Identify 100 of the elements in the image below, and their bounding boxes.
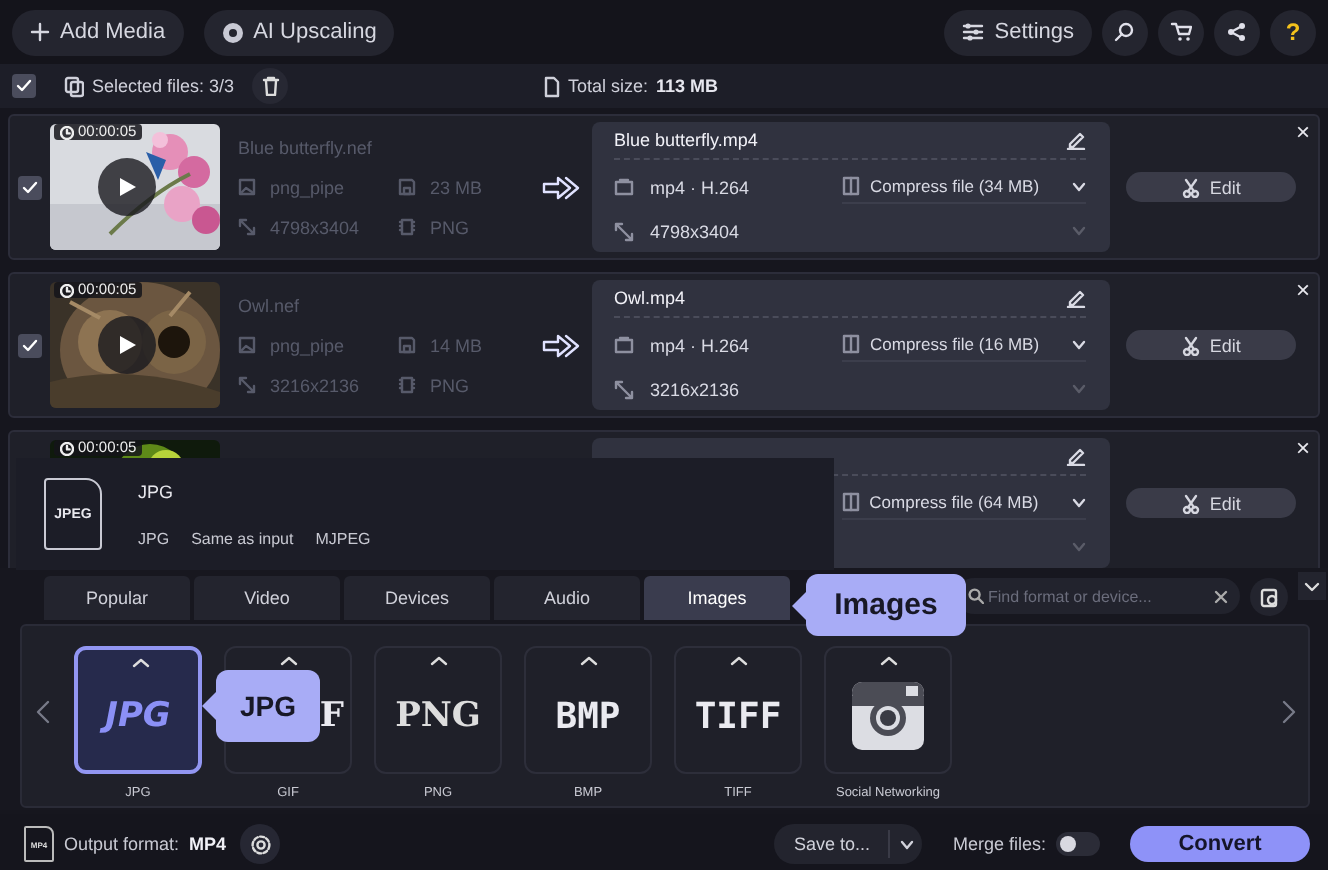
- output-codec: mp4 · H.264: [650, 335, 750, 355]
- source-size: 14 MB: [430, 335, 483, 355]
- source-file-name: Owl.nef: [238, 295, 302, 315]
- close-button[interactable]: ×: [1295, 438, 1310, 458]
- clock-icon: [60, 441, 74, 455]
- format-tile[interactable]: PNG: [374, 646, 502, 774]
- format-tile[interactable]: TIFF: [674, 646, 802, 774]
- delete-button[interactable]: [252, 68, 289, 104]
- close-button[interactable]: ×: [1295, 280, 1310, 300]
- format-tile[interactable]: BMP: [524, 646, 652, 774]
- settings-button[interactable]: Settings: [944, 9, 1092, 55]
- chevron-down-icon: [899, 839, 914, 849]
- camera-icon: [850, 680, 926, 752]
- source-codec: png_pipe: [270, 335, 345, 355]
- source-file-name: Blue butterfly.nef: [238, 137, 374, 157]
- ai-upscaling-button[interactable]: AI Upscaling: [203, 9, 395, 55]
- compress-icon: [841, 492, 860, 512]
- edit-button[interactable]: Edit: [1126, 172, 1296, 202]
- format-tab[interactable]: Audio: [494, 576, 640, 620]
- gear-icon: [249, 833, 272, 855]
- scissors-icon: [1181, 335, 1200, 355]
- source-size: 23 MB: [430, 177, 483, 197]
- image-icon: [238, 336, 256, 354]
- source-resolution: 3216x2136: [270, 375, 360, 395]
- compress-dropdown[interactable]: Compress file (64 MB): [841, 486, 1087, 520]
- compress-icon: [842, 176, 860, 196]
- format-tab[interactable]: Video: [194, 576, 340, 620]
- convert-button[interactable]: Convert: [1130, 826, 1310, 862]
- source-format: PNG: [430, 217, 470, 237]
- format-tab[interactable]: Devices: [344, 576, 490, 620]
- compress-dropdown[interactable]: Compress file (34 MB): [842, 170, 1087, 204]
- pencil-icon[interactable]: [1066, 130, 1087, 150]
- checkbox[interactable]: [12, 74, 36, 98]
- output-settings-button[interactable]: [240, 824, 281, 864]
- ai-chip-icon: [221, 21, 244, 43]
- search-icon: [1114, 22, 1136, 42]
- search-icon: [968, 588, 984, 604]
- output-resolution: 3216x2136: [650, 379, 740, 399]
- device-icon: [1259, 587, 1279, 607]
- format-tile[interactable]: JPG: [74, 646, 202, 774]
- help-button[interactable]: ?: [1270, 9, 1316, 55]
- checkbox[interactable]: [18, 333, 42, 357]
- resize-icon: [614, 221, 634, 241]
- trash-icon: [261, 76, 280, 96]
- files-icon: [64, 75, 84, 97]
- format-detail: Same as input: [191, 529, 294, 547]
- edit-button[interactable]: Edit: [1126, 488, 1296, 518]
- chevron-right-icon[interactable]: [1281, 700, 1295, 724]
- output-format-label: Output format:: [64, 834, 180, 854]
- total-size-value: 113 MB: [656, 76, 719, 96]
- chevron-down-icon: [1072, 181, 1087, 191]
- chevron-up-icon: [430, 656, 448, 666]
- selected-files-count: Selected files: 3/3: [92, 76, 235, 96]
- format-tab[interactable]: Popular: [44, 576, 190, 620]
- resize-icon: [238, 218, 256, 236]
- chevron-up-icon: [580, 656, 598, 666]
- chevron-down-icon: [1072, 339, 1087, 349]
- resize-icon: [238, 376, 256, 394]
- format-detail: JPG: [138, 529, 170, 547]
- device-search-button[interactable]: [1250, 578, 1288, 616]
- checkbox[interactable]: [18, 175, 42, 199]
- plus-icon: [30, 22, 50, 42]
- document-icon: [544, 75, 560, 97]
- pencil-icon[interactable]: [1066, 288, 1087, 308]
- compress-dropdown[interactable]: Compress file (16 MB): [842, 328, 1087, 362]
- double-arrow-icon: [540, 333, 580, 357]
- play-icon: [117, 334, 137, 356]
- chevron-up-icon: [880, 656, 898, 666]
- chevron-down-icon: [1304, 581, 1320, 591]
- collapse-button[interactable]: [1298, 572, 1326, 600]
- edit-button[interactable]: Edit: [1126, 330, 1296, 360]
- film-icon: [398, 218, 416, 236]
- output-resolution: 4798x3404: [650, 221, 740, 241]
- share-button[interactable]: [1214, 9, 1260, 55]
- merge-toggle[interactable]: [1056, 832, 1100, 856]
- output-file-name: Blue butterfly.mp4: [614, 130, 760, 150]
- scissors-icon: [1181, 493, 1200, 513]
- clock-icon: [60, 125, 74, 139]
- chevron-down-icon: [1072, 497, 1087, 507]
- chevron-left-icon[interactable]: [35, 700, 49, 724]
- source-format: PNG: [430, 375, 470, 395]
- share-icon: [1226, 22, 1248, 42]
- image-icon: [238, 178, 256, 196]
- close-button[interactable]: ×: [1295, 122, 1310, 142]
- save-to-button[interactable]: Save to...: [774, 824, 923, 864]
- video-icon: [614, 336, 634, 354]
- video-icon: [614, 178, 634, 196]
- resize-icon: [614, 379, 634, 399]
- pencil-icon[interactable]: [1066, 446, 1087, 466]
- search-button[interactable]: [1102, 9, 1148, 55]
- chevron-up-icon: [280, 656, 298, 666]
- clear-icon[interactable]: [1214, 590, 1228, 604]
- add-media-button[interactable]: Add Media: [12, 9, 184, 55]
- format-detail: MJPEG: [315, 529, 371, 547]
- output-codec: mp4 · H.264: [650, 177, 750, 197]
- cart-icon: [1170, 22, 1192, 42]
- cart-button[interactable]: [1158, 9, 1204, 55]
- output-format-value: MP4: [189, 834, 227, 854]
- format-tile[interactable]: [824, 646, 952, 774]
- format-tab[interactable]: Images: [644, 576, 790, 620]
